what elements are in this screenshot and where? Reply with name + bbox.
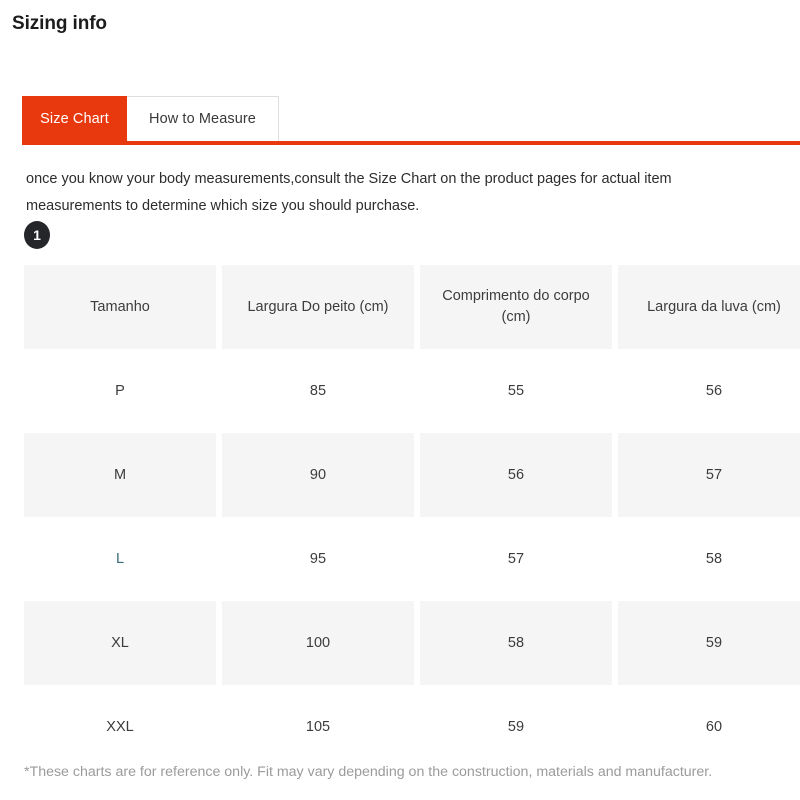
column-header-largura-da-luva: Largura da luva (cm)	[618, 265, 800, 349]
cell-size: XL	[24, 601, 216, 685]
cell-body-length: 58	[420, 601, 612, 685]
size-chart-table: Tamanho Largura Do peito (cm) Compriment…	[24, 265, 800, 769]
tab-list: Size Chart How to Measure	[22, 96, 279, 142]
column-header-largura-do-peito: Largura Do peito (cm)	[222, 265, 414, 349]
tab-how-to-measure[interactable]: How to Measure	[127, 96, 279, 142]
page-title: Sizing info	[12, 13, 107, 34]
cell-size: XXL	[24, 685, 216, 769]
cell-chest: 85	[222, 349, 414, 433]
table-row: P 85 55 56	[24, 349, 800, 433]
cell-size: L	[24, 517, 216, 601]
cell-body-length: 56	[420, 433, 612, 517]
footnote-disclaimer: *These charts are for reference only. Fi…	[24, 764, 713, 780]
sizing-info-page: Sizing info Size Chart How to Measure on…	[0, 0, 800, 800]
cell-size: P	[24, 349, 216, 433]
cell-chest: 105	[222, 685, 414, 769]
table-row: XL 100 58 59	[24, 601, 800, 685]
table-row: L 95 57 58	[24, 517, 800, 601]
cell-sleeve: 57	[618, 433, 800, 517]
column-header-comprimento-corpo: Comprimento do corpo (cm)	[420, 265, 612, 349]
cell-body-length: 57	[420, 517, 612, 601]
cell-chest: 95	[222, 517, 414, 601]
cell-chest: 100	[222, 601, 414, 685]
cell-size: M	[24, 433, 216, 517]
column-header-tamanho: Tamanho	[24, 265, 216, 349]
table-row: M 90 56 57	[24, 433, 800, 517]
cell-sleeve: 56	[618, 349, 800, 433]
step-number-badge: 1	[24, 221, 50, 249]
cell-sleeve: 59	[618, 601, 800, 685]
cell-body-length: 59	[420, 685, 612, 769]
cell-body-length: 55	[420, 349, 612, 433]
table-row: XXL 105 59 60	[24, 685, 800, 769]
table-header-row: Tamanho Largura Do peito (cm) Compriment…	[24, 265, 800, 349]
cell-sleeve: 58	[618, 517, 800, 601]
cell-chest: 90	[222, 433, 414, 517]
intro-paragraph: once you know your body measurements,con…	[26, 171, 672, 214]
tab-underline	[22, 141, 800, 145]
cell-sleeve: 60	[618, 685, 800, 769]
tab-bar: Size Chart How to Measure	[22, 96, 800, 146]
tab-size-chart[interactable]: Size Chart	[22, 96, 127, 142]
